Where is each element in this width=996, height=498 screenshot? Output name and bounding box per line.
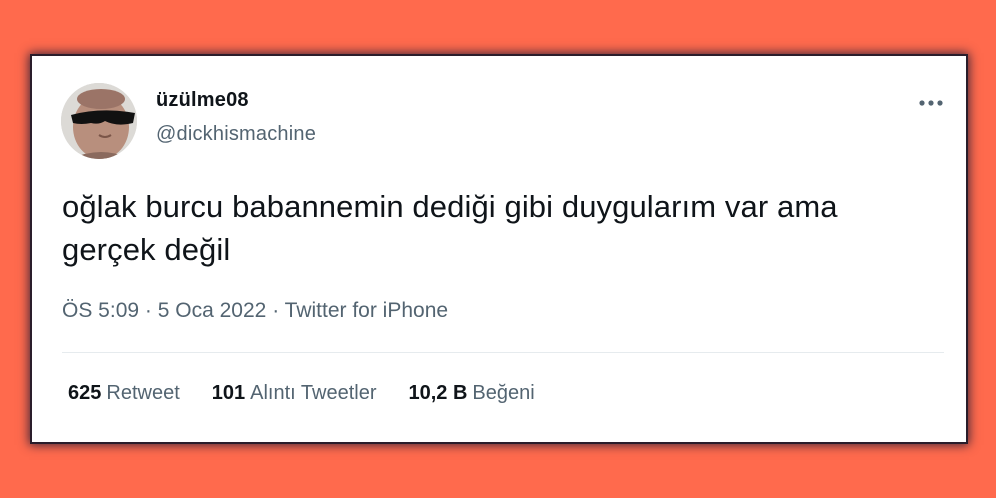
likes-count: 10,2 B — [408, 382, 468, 404]
username[interactable]: @dickhismachine — [156, 123, 316, 146]
tweet-date: 5 Oca 2022 — [157, 299, 267, 322]
tweet-stats: 625 Retweet 101 Alıntı Tweetler 10,2 B Beğe… — [68, 382, 535, 405]
more-horizontal-icon[interactable] — [918, 90, 944, 116]
tweet-text: oğlak burcu babannemin dediği gibi duygu… — [62, 185, 952, 271]
tweet-card: üzülme08 @dickhismachine oğlak burcu bab… — [32, 56, 966, 442]
tweet-time: ÖS 5:09 — [62, 299, 140, 322]
meta-separator: · — [144, 299, 152, 322]
quotes-stat[interactable]: 101 Alıntı Tweetler — [212, 382, 377, 405]
likes-label: Beğeni — [472, 382, 535, 404]
retweets-label: Retweet — [106, 382, 180, 404]
tweet-meta: ÖS 5:09 · 5 Oca 2022 · Twitter for iPhon… — [62, 299, 448, 323]
avatar-image — [61, 83, 137, 159]
display-name[interactable]: üzülme08 — [156, 89, 249, 112]
quotes-label: Alıntı Tweetler — [250, 382, 377, 404]
retweets-stat[interactable]: 625 Retweet — [68, 382, 180, 405]
tweet-time-link[interactable]: ÖS 5:09 · 5 Oca 2022 — [62, 299, 266, 322]
tweet-source-link[interactable]: Twitter for iPhone — [285, 299, 448, 322]
retweets-count: 625 — [68, 382, 102, 404]
quotes-count: 101 — [211, 382, 246, 404]
divider — [62, 352, 944, 353]
avatar[interactable] — [61, 83, 137, 159]
tweet-text-line-1: oğlak burcu babannemin dediği gibi duygu… — [62, 189, 838, 224]
likes-stat[interactable]: 10,2 B Beğeni — [408, 382, 534, 405]
tweet-text-line-2: gerçek değil — [62, 232, 231, 267]
meta-separator: · — [272, 299, 280, 322]
